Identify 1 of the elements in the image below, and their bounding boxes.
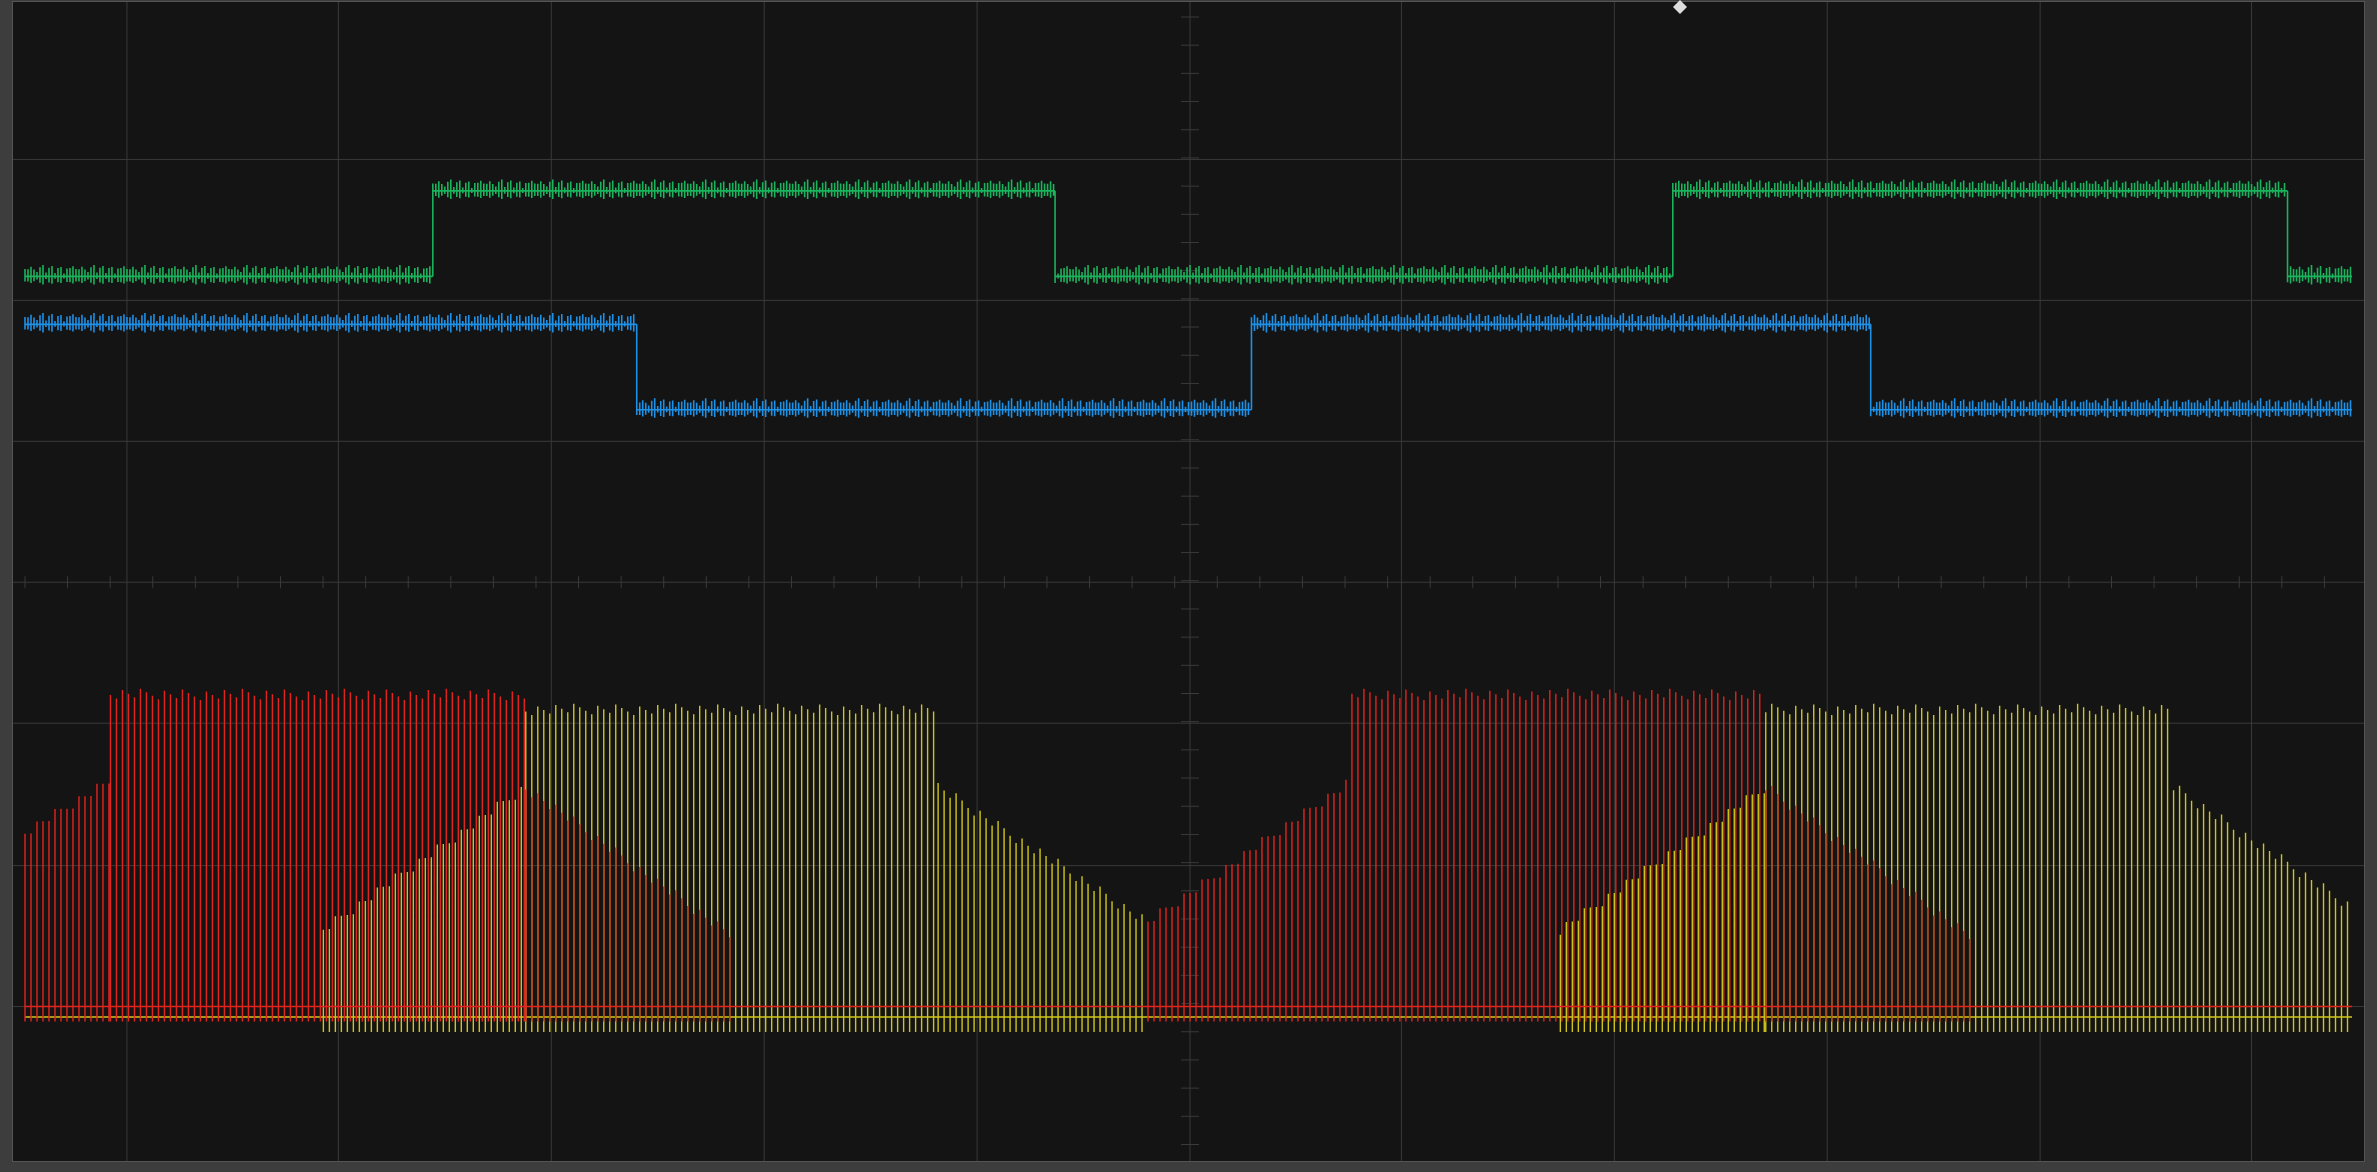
trigger-marker-icon: [1673, 0, 1687, 14]
